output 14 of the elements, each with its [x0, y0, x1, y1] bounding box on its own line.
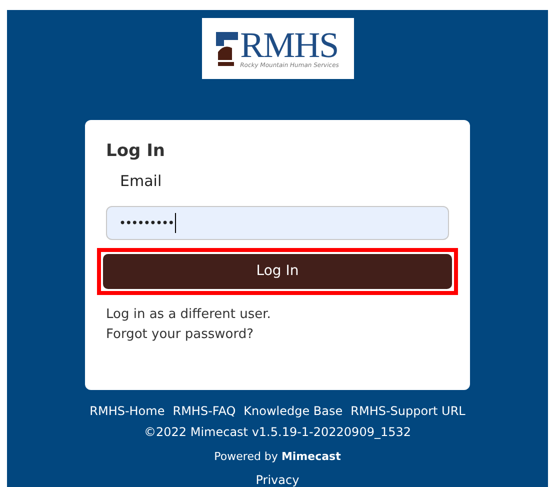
logo-text: RMHS [240, 28, 338, 62]
login-button[interactable]: Log In [103, 254, 452, 290]
text-link[interactable]: Log in as a different user. [106, 305, 449, 326]
footer-link[interactable]: RMHS-Support URL [350, 403, 466, 419]
footer-link[interactable]: RMHS-Home [90, 403, 165, 419]
text-link[interactable]: Forgot your password? [106, 325, 449, 346]
email-label: Email [120, 171, 163, 192]
footer-link[interactable]: RMHS-FAQ [172, 403, 236, 419]
password-field[interactable]: ••••••••• [106, 206, 449, 240]
privacy-link[interactable]: Privacy [256, 473, 300, 487]
card-heading: Log In [106, 140, 166, 162]
version-text: ©2022 Mimecast v1.5.19-1-20220909_1532 [144, 424, 412, 440]
footer-link[interactable]: Knowledge Base [244, 403, 343, 419]
powered-by-text: Powered by Mimecast [214, 449, 341, 465]
